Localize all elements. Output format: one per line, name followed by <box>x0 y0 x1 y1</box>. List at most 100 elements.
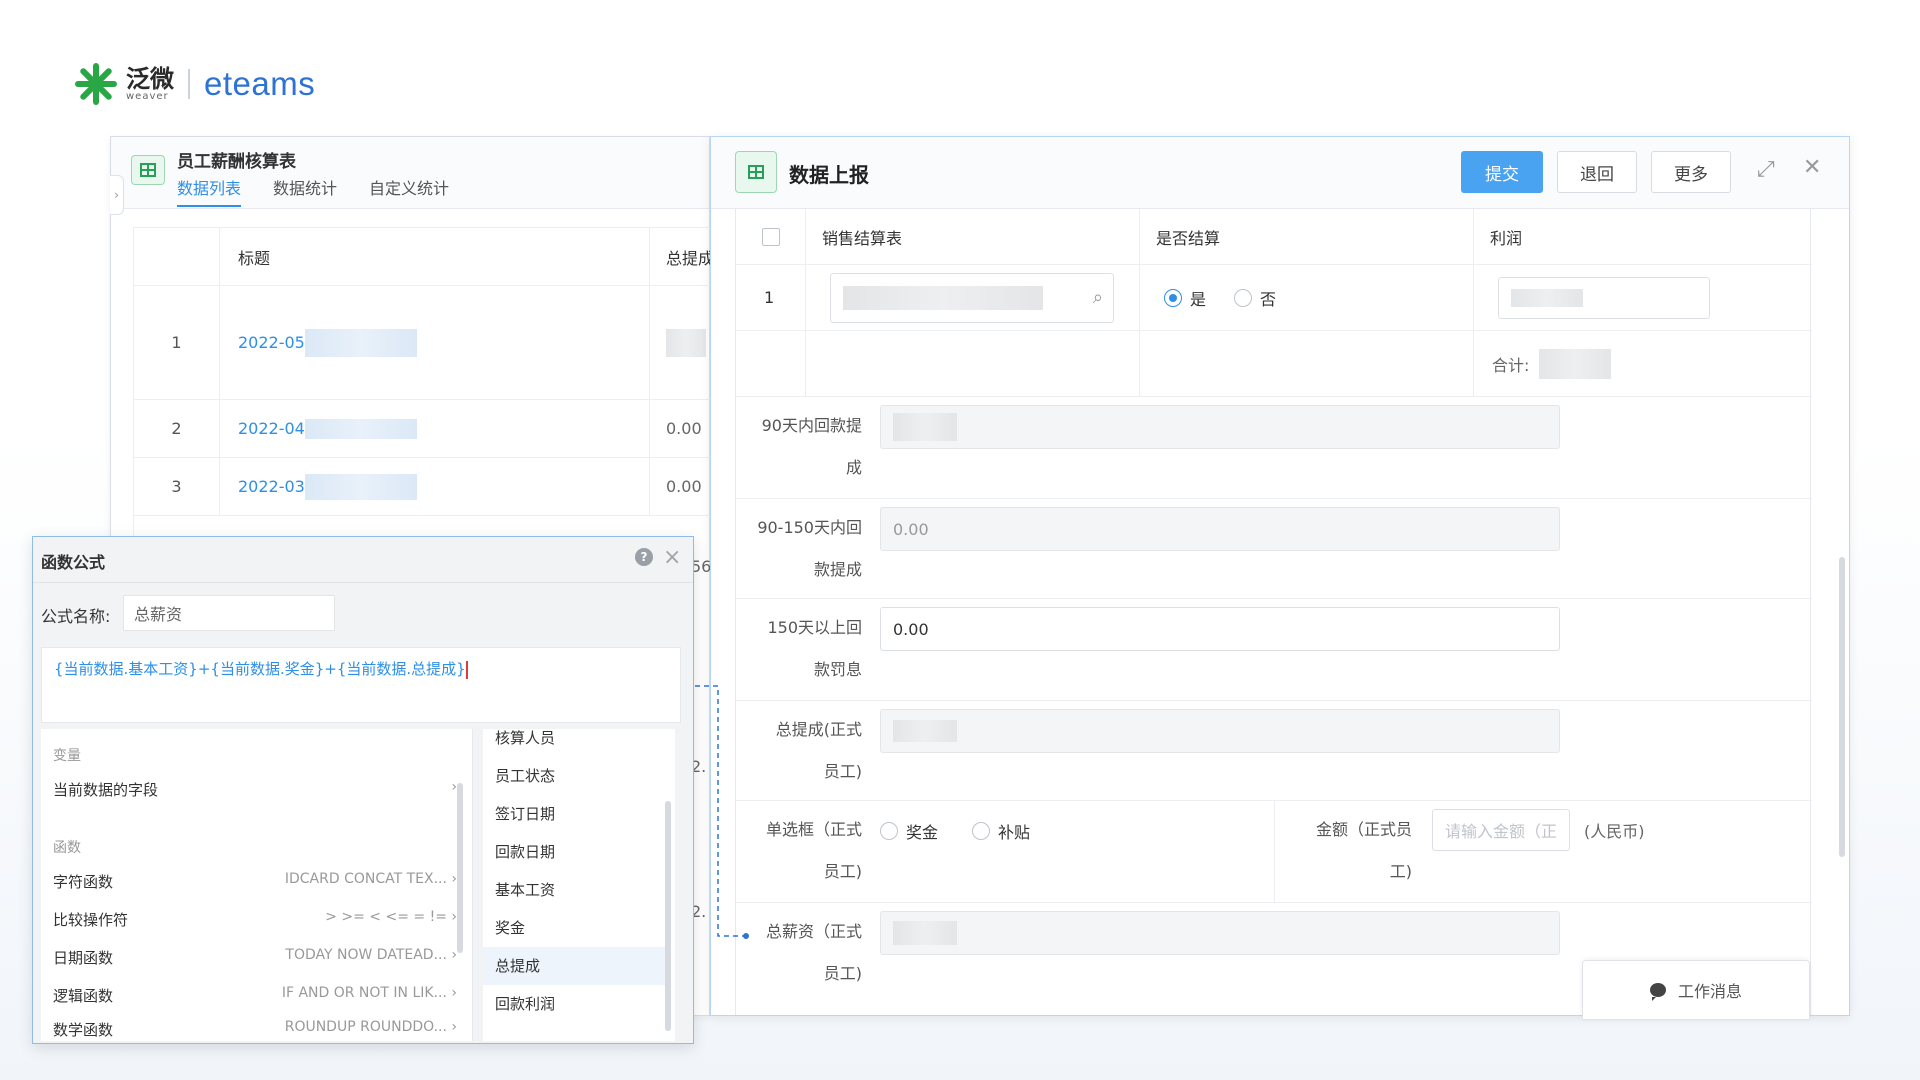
field-label: 90天内回款提成 <box>736 405 876 489</box>
col-profit: 利润 <box>1490 228 1523 248</box>
formula-dialog: 函数公式 ? × 公式名称: 总薪资 {当前数据.基本工资}+{当前数据.奖金}… <box>32 536 694 1044</box>
field-item[interactable]: 核算人员 <box>483 719 665 757</box>
row-title-link[interactable]: 2022-04 <box>238 419 305 438</box>
function-hint-text: ROUNDUP ROUNDDO... <box>284 1019 447 1035</box>
field-item[interactable]: 员工状态 <box>483 757 665 795</box>
function-item-compare[interactable]: 比较操作符 > >= < <= = != › <box>53 909 457 930</box>
profit-input[interactable] <box>1498 276 1710 319</box>
field-row-radio-amount: 单选框（正式 员工) 奖金 补贴 金额（正式员 工) 请输入金额（正 (人民币) <box>736 801 1812 903</box>
form-window-header: 数据上报 提交 退回 更多 ⤢ ✕ <box>711 137 1849 209</box>
form-scrollbar[interactable] <box>1839 557 1845 857</box>
back-button[interactable]: 退回 <box>1557 151 1637 193</box>
field-list-scrollbar[interactable] <box>665 801 671 1031</box>
function-list-scrollbar[interactable] <box>457 783 463 953</box>
list-window-header: › 员工薪酬核算表 数据列表 数据统计 自定义统计 <box>110 137 709 215</box>
field-item[interactable]: 签订日期 <box>483 795 665 833</box>
blurred-text <box>1511 288 1583 307</box>
blurred-text <box>893 921 957 945</box>
close-icon[interactable]: × <box>663 545 681 570</box>
field-item[interactable]: 奖金 <box>483 909 665 947</box>
field-total-commission-input[interactable] <box>880 709 1560 753</box>
radio-yes-label: 是 <box>1190 289 1207 309</box>
formula-editor[interactable]: {当前数据.基本工资}+{当前数据.奖金}+{当前数据.总提成} <box>41 647 681 723</box>
text-cursor <box>465 660 468 679</box>
empty-cell <box>1140 331 1474 396</box>
field-item[interactable]: 回款利润 <box>483 985 665 1023</box>
function-item-logic[interactable]: 逻辑函数 IF AND OR NOT IN LIK... › <box>53 985 457 1006</box>
tab-custom-stats[interactable]: 自定义统计 <box>369 175 449 207</box>
field-item[interactable]: 回款日期 <box>483 833 665 871</box>
formula-name-input[interactable]: 总薪资 <box>123 595 335 631</box>
amount-unit: (人民币) <box>1584 822 1645 841</box>
label-line: 金额（正式员 <box>1315 820 1412 839</box>
help-icon[interactable]: ? <box>635 548 653 566</box>
row-title-link[interactable]: 2022-03 <box>238 477 305 496</box>
label-line: 成 <box>845 458 862 477</box>
row-num: 3 <box>134 458 220 515</box>
function-name: 比较操作符 <box>53 911 129 929</box>
form-title: 数据上报 <box>789 163 869 187</box>
function-item-date[interactable]: 日期函数 TODAY NOW DATEAD... › <box>53 947 457 968</box>
close-icon[interactable]: ✕ <box>1803 155 1821 180</box>
settled-cell: 是 否 <box>1140 265 1474 330</box>
field-label: 金额（正式员 工) <box>1276 809 1426 893</box>
more-button[interactable]: 更多 <box>1651 151 1731 193</box>
table-row[interactable]: 2 2022-04 0.00 <box>134 400 734 458</box>
select-all-cell <box>736 209 806 264</box>
amount-placeholder: 请输入金额（正 <box>1445 822 1558 841</box>
field-90days[interactable] <box>880 405 1560 449</box>
variables-section-label: 变量 <box>53 748 81 764</box>
form-body: 销售结算表 是否结算 利润 1 ⌕ 是 否 合计: 90天内回款提 成 90-1… <box>735 209 1812 1015</box>
table-row[interactable]: 1 2022-05 <box>134 286 734 400</box>
label-line: 员工) <box>823 964 862 983</box>
function-hint-text: > >= < <= = != <box>325 909 447 925</box>
sum-cell: 合计: <box>1474 331 1812 396</box>
field-salary[interactable] <box>880 911 1560 955</box>
select-all-checkbox[interactable] <box>761 227 780 246</box>
list-window-title: 员工薪酬核算表 <box>177 152 296 172</box>
radio-bonus[interactable] <box>880 822 898 840</box>
tab-data-list[interactable]: 数据列表 <box>177 175 242 207</box>
field-salary-input[interactable] <box>880 911 1560 955</box>
work-message-button[interactable]: 工作消息 <box>1582 960 1810 1020</box>
row-num: 1 <box>134 286 220 399</box>
header-total-label: 总提成 <box>666 248 715 268</box>
table-header-row: 标题 总提成 <box>134 228 734 286</box>
search-icon[interactable]: ⌕ <box>1093 287 1103 308</box>
formula-dialog-body: 公式名称: 总薪资 {当前数据.基本工资}+{当前数据.奖金}+{当前数据.总提… <box>33 583 693 1043</box>
label-line: 90-150天内回 <box>757 518 862 537</box>
field-150days-input[interactable]: 0.00 <box>880 607 1560 651</box>
expand-icon[interactable]: ⤢ <box>1757 157 1775 182</box>
function-item-math[interactable]: 数学函数 ROUNDUP ROUNDDO... › <box>53 1019 457 1039</box>
field-90-150days-input[interactable]: 0.00 <box>880 507 1560 551</box>
submit-button[interactable]: 提交 <box>1461 151 1543 193</box>
empty-cell <box>736 331 806 396</box>
tab-data-stats[interactable]: 数据统计 <box>273 175 337 207</box>
function-name: 日期函数 <box>53 949 114 967</box>
radio-subsidy[interactable] <box>972 822 991 840</box>
radio-bonus-label: 奖金 <box>906 823 939 842</box>
function-item-string[interactable]: 字符函数 IDCARD CONCAT TEX... › <box>53 871 457 892</box>
sales-browse-input[interactable]: ⌕ <box>830 272 1114 323</box>
field-row-150days: 150天以上回 款罚息 0.00 <box>736 599 1812 701</box>
logo-product-text: eteams <box>204 65 316 102</box>
logo-en-text: weaver <box>126 91 169 102</box>
radio-subsidy-label: 补贴 <box>998 823 1031 842</box>
function-hint: > >= < <= = != › <box>325 909 457 925</box>
header-num-cell <box>134 228 220 285</box>
field-total-commission[interactable] <box>880 709 1560 753</box>
sales-cell: ⌕ <box>806 265 1140 330</box>
table-row[interactable]: 3 2022-03 0.00 <box>134 458 734 516</box>
field-90days-input[interactable] <box>880 405 1560 449</box>
field-150days[interactable]: 0.00 <box>880 607 1560 651</box>
radio-no[interactable] <box>1234 288 1253 307</box>
collapse-toggle[interactable]: › <box>110 175 124 215</box>
field-item[interactable]: 基本工资 <box>483 871 665 909</box>
row-title-link[interactable]: 2022-05 <box>238 333 305 352</box>
variable-item-current-fields[interactable]: 当前数据的字段 › <box>53 779 457 800</box>
amount-input[interactable]: 请输入金额（正 <box>1432 809 1570 851</box>
radio-yes[interactable] <box>1164 288 1182 307</box>
field-item-selected[interactable]: 总提成 <box>483 947 665 985</box>
subtable-row-num: 1 <box>736 265 806 330</box>
field-90-150days[interactable]: 0.00 <box>880 507 1560 551</box>
